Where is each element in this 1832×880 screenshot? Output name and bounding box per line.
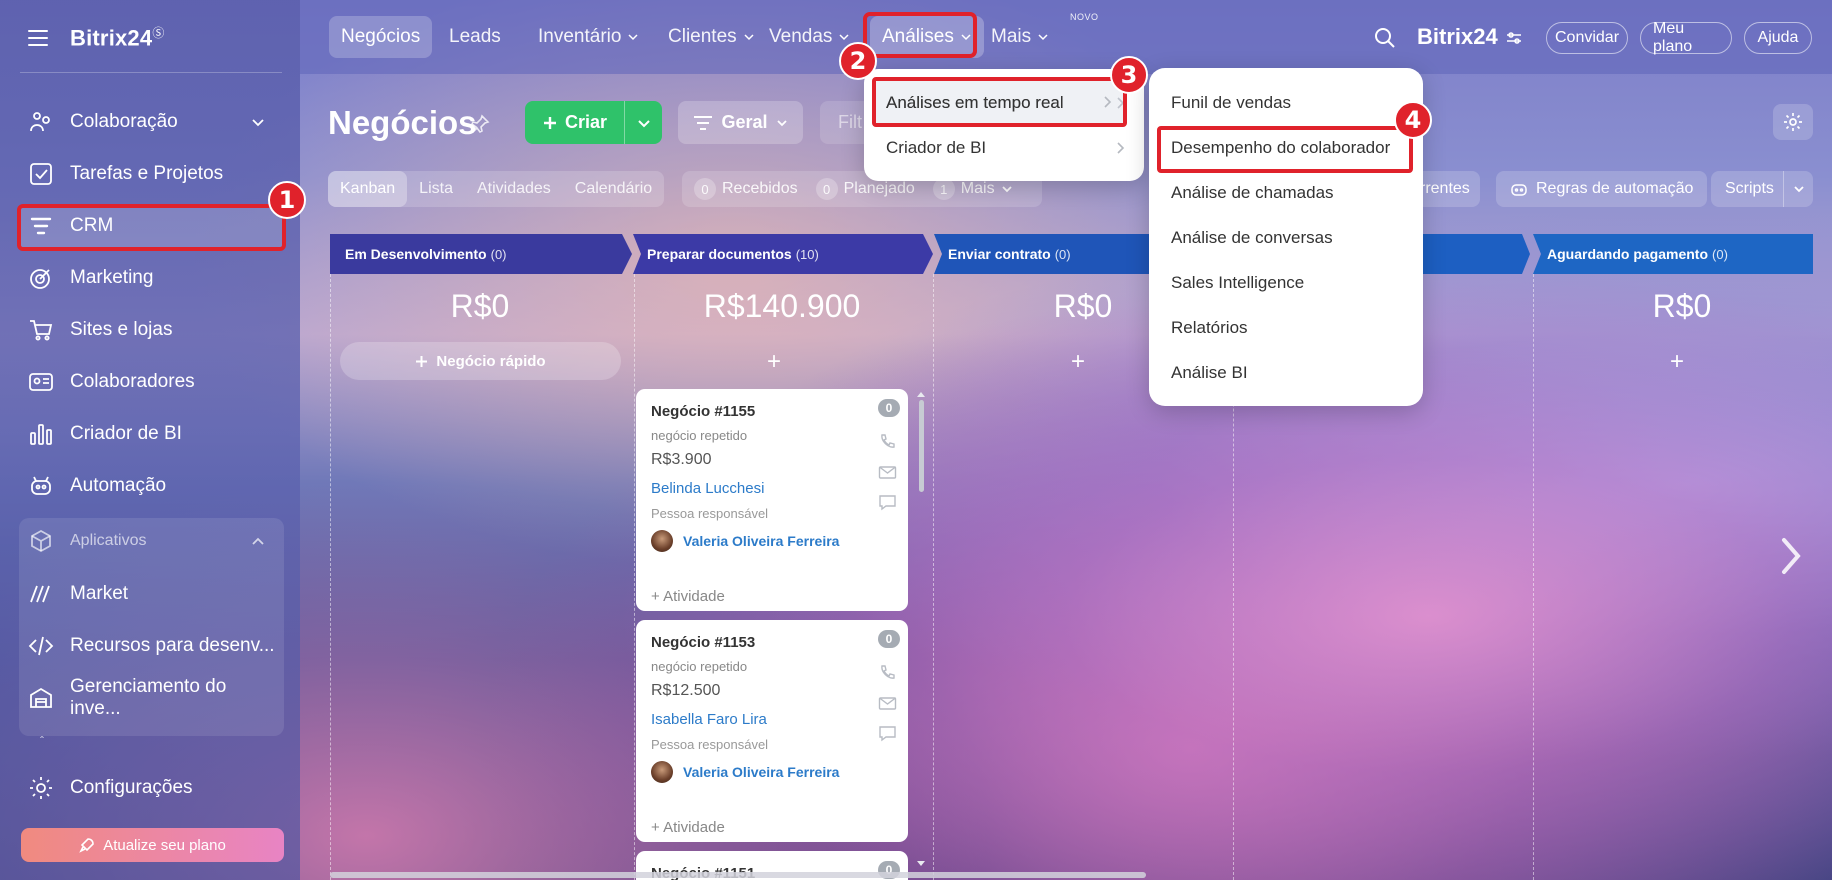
card-actions	[878, 664, 897, 743]
responsible-person[interactable]: Valeria Oliveira Ferreira	[651, 530, 908, 552]
column-sum: R$140.900	[703, 288, 861, 324]
chevron-right-icon	[1104, 96, 1112, 108]
chevron-right-icon	[1117, 142, 1125, 154]
add-deal-plus-button[interactable]: +	[1071, 348, 1085, 376]
mail-icon[interactable]	[878, 694, 897, 713]
responsible-label: Pessoa responsável	[651, 737, 769, 752]
column-divider	[1533, 274, 1534, 880]
add-deal-plus-button[interactable]: +	[767, 348, 781, 376]
column-divider	[634, 274, 635, 880]
phone-icon[interactable]	[878, 664, 897, 683]
step-marker-1: 1	[268, 181, 306, 219]
menu-item-analise-bi[interactable]: Análise BI	[1171, 363, 1248, 383]
phone-icon[interactable]	[878, 433, 897, 452]
column-header-enviar-contrato[interactable]: Enviar contrato (0)	[933, 234, 1071, 274]
menu-item-analises-tempo-real-label-overlay: Análises em tempo real	[886, 93, 1064, 112]
deal-amount: R$12.500	[651, 682, 721, 699]
deal-title[interactable]: Negócio #1155	[651, 403, 908, 420]
column-header-bg-3a	[1410, 234, 1530, 274]
column-sum: R$0	[450, 288, 510, 324]
step-marker-2: 2	[839, 42, 877, 80]
menu-item-analise-conversas[interactable]: Análise de conversas	[1171, 228, 1333, 248]
column-header-em-desenvolvimento[interactable]: Em Desenvolvimento (0)	[330, 234, 507, 274]
responsible-label: Pessoa responsável	[651, 506, 769, 521]
quick-deal-label: Negócio rápido	[436, 352, 546, 370]
deal-card[interactable]: Negócio #1155 negócio repetido R$3.900 B…	[636, 389, 908, 611]
deal-client-link[interactable]: Belinda Lucchesi	[651, 480, 908, 497]
add-activity-link[interactable]: + Atividade	[651, 819, 908, 836]
column-header-aguardando-pagamento[interactable]: Aguardando pagamento (0)	[1532, 234, 1728, 274]
chat-icon[interactable]	[878, 493, 897, 512]
deal-title[interactable]: Negócio #1153	[651, 634, 908, 651]
quick-deal-button[interactable]: Negócio rápido	[340, 342, 621, 380]
scroll-up-arrow-icon[interactable]	[916, 390, 926, 398]
deal-client-link[interactable]: Isabella Faro Lira	[651, 711, 908, 728]
chat-icon[interactable]	[878, 724, 897, 743]
menu-item-criador-bi[interactable]: Criador de BI	[886, 138, 1126, 158]
deal-subtitle: negócio repetido	[651, 428, 748, 443]
column-divider	[933, 274, 934, 880]
column-sum: R$0	[1652, 288, 1712, 324]
scroll-down-arrow-icon[interactable]	[916, 860, 926, 868]
horizontal-scrollbar[interactable]	[330, 872, 1146, 878]
mail-icon[interactable]	[878, 463, 897, 482]
realtime-analytics-submenu: Funil de vendas Desempenho do colaborado…	[1149, 68, 1423, 406]
menu-item-relatorios[interactable]: Relatórios	[1171, 318, 1248, 338]
step-marker-3: 3	[1110, 56, 1148, 94]
step-marker-4: 4	[1394, 101, 1432, 139]
menu-item-funil-vendas[interactable]: Funil de vendas	[1171, 93, 1291, 113]
scroll-right-arrow-icon[interactable]	[1776, 536, 1806, 576]
add-activity-link[interactable]: + Atividade	[651, 588, 908, 605]
menu-item-sales-intelligence[interactable]: Sales Intelligence	[1171, 273, 1304, 293]
menu-item-analise-chamadas[interactable]: Análise de chamadas	[1171, 183, 1334, 203]
activity-count-badge: 0	[878, 399, 900, 417]
avatar	[651, 761, 673, 783]
deal-amount: R$3.900	[651, 451, 712, 468]
deal-card[interactable]: Negócio #1153 negócio repetido R$12.500 …	[636, 620, 908, 842]
desempenho-highlight-box	[1157, 126, 1413, 173]
card-actions	[878, 433, 897, 512]
responsible-person[interactable]: Valeria Oliveira Ferreira	[651, 761, 908, 783]
vertical-scrollbar-thumb[interactable]	[919, 400, 924, 492]
column-header-preparar-documentos[interactable]: Preparar documentos (10)	[632, 234, 819, 274]
column-divider	[330, 274, 331, 880]
avatar	[651, 530, 673, 552]
activity-count-badge: 0	[878, 630, 900, 648]
deal-subtitle: negócio repetido	[651, 659, 748, 674]
add-deal-plus-button[interactable]: +	[1670, 348, 1684, 376]
plus-icon	[416, 355, 428, 367]
